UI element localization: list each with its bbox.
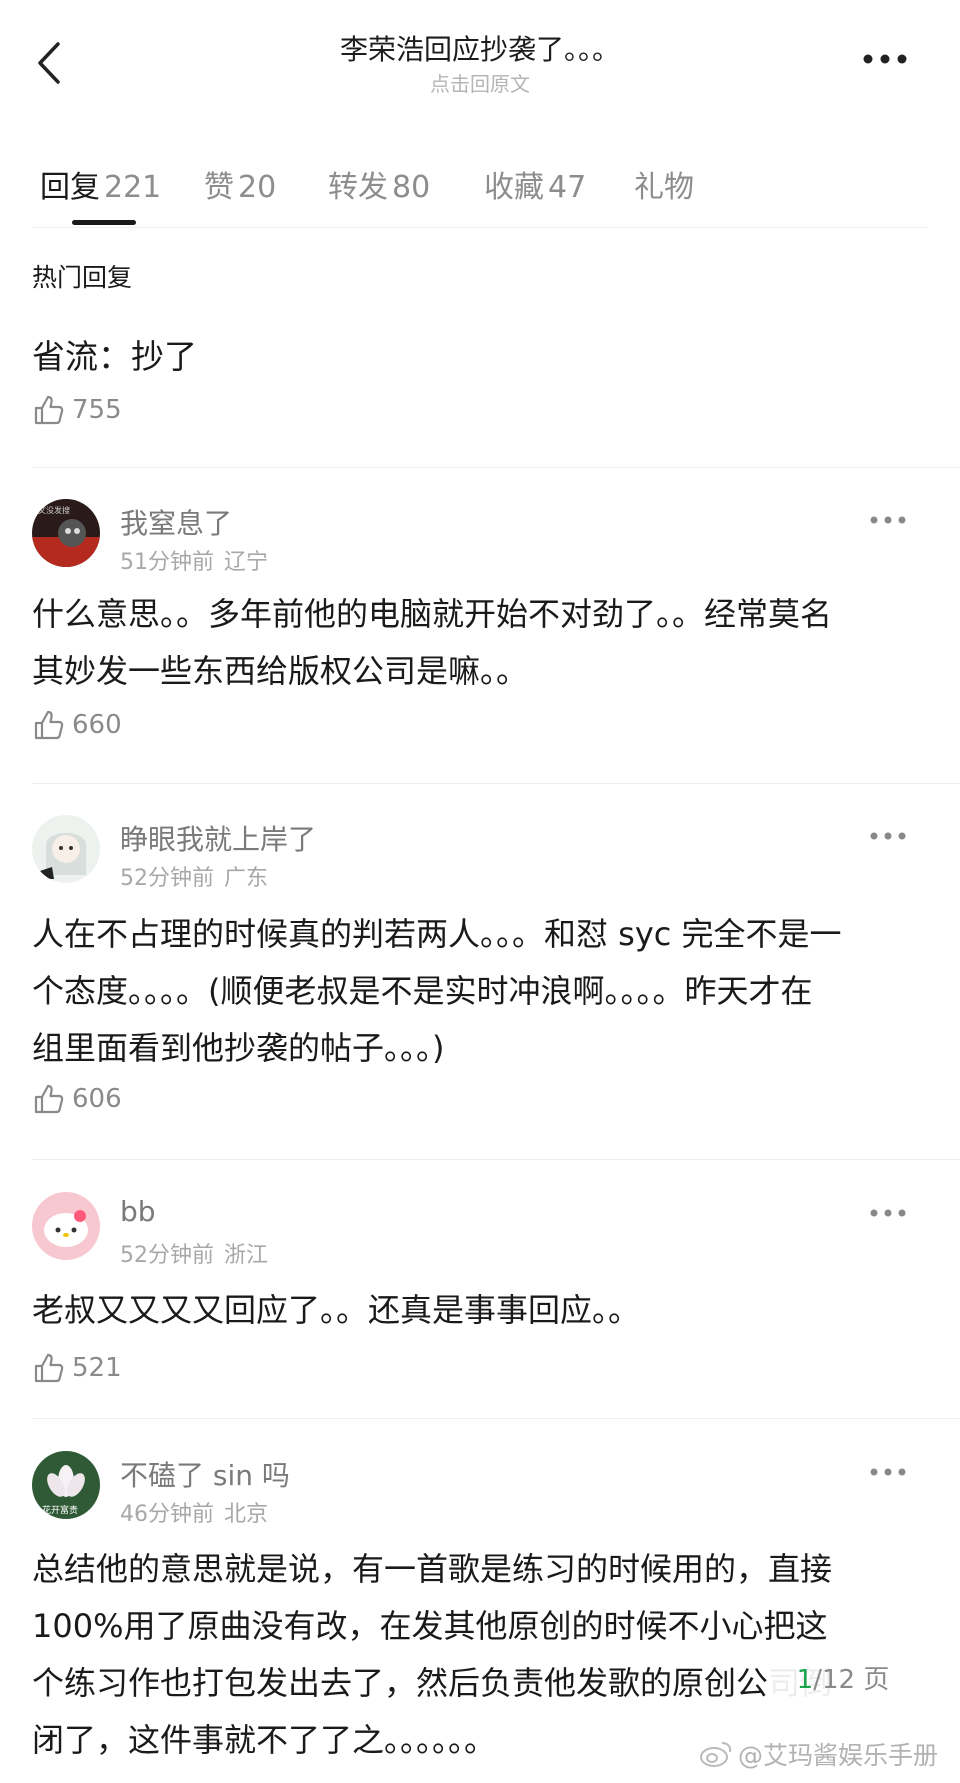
comment-more-button[interactable]: [868, 1462, 908, 1482]
like-count: 521: [72, 1353, 122, 1383]
like-count: 660: [72, 710, 122, 740]
comment-username[interactable]: 不磕了 sin 吗: [120, 1454, 290, 1494]
comment-meta: 52分钟前 广东: [120, 866, 269, 891]
back-to-original-link[interactable]: 点击回原文: [0, 68, 960, 97]
weibo-logo-icon: [699, 1742, 732, 1767]
tab-favorites[interactable]: 收藏 47: [484, 162, 586, 206]
comment-text: 老叔又又又又回应了。。还真是事事回应。。: [32, 1291, 641, 1329]
avatar-image: [32, 815, 100, 883]
comment-divider: [32, 1418, 960, 1419]
tab-bar: 回复 221 赞 20 转发 80 收藏 47 礼物: [0, 150, 960, 230]
avatar[interactable]: [32, 1192, 100, 1260]
comment-meta: 52分钟前 浙江: [120, 1243, 269, 1268]
top-bar: 李荣浩回应抄袭了。。。 点击回原文: [0, 0, 960, 120]
watermark: @艾玛酱娱乐手册: [698, 1736, 938, 1772]
tab-likes[interactable]: 赞 20: [204, 162, 276, 206]
active-tab-indicator: [72, 220, 136, 225]
tabs-divider: [32, 227, 928, 228]
comment-text: 什么意思。。多年前他的电脑就开始不对劲了。。经常莫名 其妙发一些东西给版权公司是…: [32, 595, 833, 690]
more-dots-icon: [870, 516, 906, 524]
like-button[interactable]: 606: [32, 1079, 122, 1119]
tab-reposts[interactable]: 转发 80: [328, 162, 430, 206]
avatar[interactable]: 文没发搜: [32, 499, 100, 567]
more-dots-icon: [870, 1209, 906, 1217]
like-button[interactable]: 755: [32, 390, 122, 430]
avatar[interactable]: 花开富贵: [32, 1451, 100, 1519]
like-count: 755: [72, 395, 122, 425]
more-options-button[interactable]: [862, 44, 908, 74]
comment-divider: [32, 783, 960, 784]
comment-more-button[interactable]: [868, 826, 908, 846]
thumbs-up-icon: [34, 1353, 64, 1383]
more-dots-icon: [870, 832, 906, 840]
like-count: 606: [72, 1084, 122, 1114]
tab-gifts[interactable]: 礼物: [634, 162, 698, 206]
section-title: 热门回复: [32, 263, 133, 292]
more-dots-icon: [870, 1468, 906, 1476]
avatar-image: [32, 1192, 100, 1260]
comment-text: 总结他的意思就是说，有一首歌是练习的时候用的，直接 100%用了原曲没有改，在发…: [32, 1550, 833, 1759]
comment-more-button[interactable]: [868, 510, 908, 530]
like-button[interactable]: 521: [32, 1348, 122, 1388]
comment-divider: [32, 1159, 960, 1160]
avatar-image: 文没发搜: [32, 499, 100, 567]
tab-replies[interactable]: 回复 221: [40, 162, 161, 206]
comment-username[interactable]: 睁眼我就上岸了: [120, 818, 316, 858]
comment-meta: 46分钟前 北京: [120, 1502, 269, 1527]
comment-more-button[interactable]: [868, 1203, 908, 1223]
svg-text:花开富贵: 花开富贵: [42, 1504, 78, 1516]
like-button[interactable]: 660: [32, 705, 122, 745]
svg-text:文没发搜: 文没发搜: [38, 505, 70, 515]
thumbs-up-icon: [34, 710, 64, 740]
thumbs-up-icon: [34, 395, 64, 425]
thumbs-up-icon: [34, 1084, 64, 1114]
avatar[interactable]: [32, 815, 100, 883]
post-title: 李荣浩回应抄袭了。。。: [339, 33, 620, 66]
hot-reply-text: 省流：抄了: [32, 337, 197, 376]
comment-text: 人在不占理的时候真的判若两人。。。和怼 syc 完全不是一 个态度。。。。(顺便…: [32, 915, 842, 1067]
comment-divider: [32, 467, 960, 468]
comment-meta: 51分钟前 辽宁: [120, 550, 269, 575]
comment-username[interactable]: 我窒息了: [120, 502, 232, 542]
more-dots-icon: [863, 54, 907, 64]
avatar-image: 花开富贵: [32, 1451, 100, 1519]
page-indicator[interactable]: 1/12 页: [768, 1652, 918, 1708]
comment-username[interactable]: bb: [120, 1195, 156, 1228]
